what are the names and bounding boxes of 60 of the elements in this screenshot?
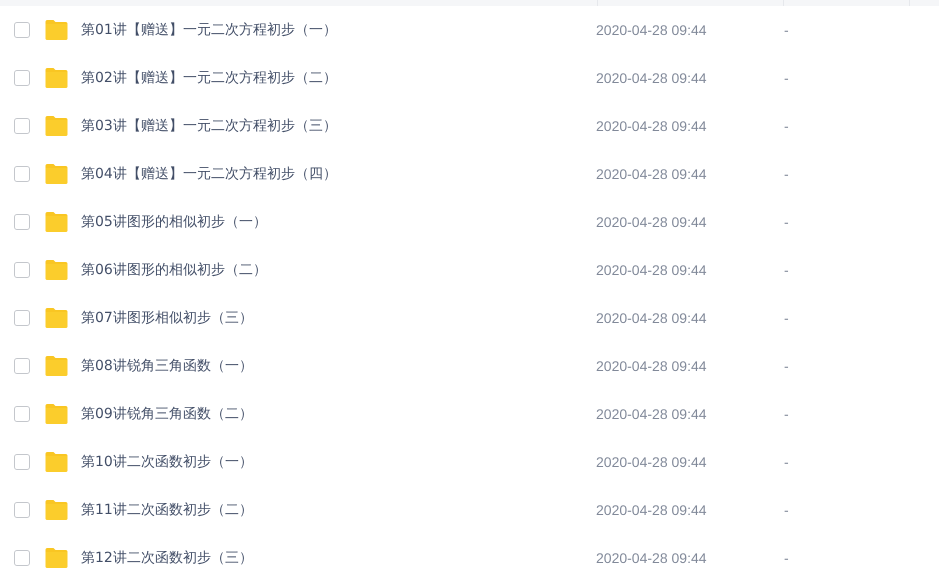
file-name[interactable]: 第11讲二次函数初步（二） bbox=[81, 500, 596, 520]
file-size: - bbox=[784, 404, 789, 424]
checkbox[interactable] bbox=[14, 262, 30, 278]
checkbox[interactable] bbox=[14, 406, 30, 422]
modified-date: 2020-04-28 09:44 bbox=[596, 164, 708, 184]
file-name[interactable]: 第02讲【赠送】一元二次方程初步（二） bbox=[81, 68, 596, 88]
modified-date: 2020-04-28 09:44 bbox=[596, 20, 708, 40]
folder-icon bbox=[44, 500, 69, 520]
checkbox[interactable] bbox=[14, 310, 30, 326]
folder-icon bbox=[44, 260, 69, 280]
checkbox[interactable] bbox=[14, 358, 30, 374]
modified-date: 2020-04-28 09:44 bbox=[596, 452, 708, 472]
checkbox[interactable] bbox=[14, 502, 30, 518]
file-name[interactable]: 第10讲二次函数初步（一） bbox=[81, 452, 596, 472]
folder-icon bbox=[44, 68, 69, 88]
folder-icon bbox=[44, 356, 69, 376]
file-name[interactable]: 第01讲【赠送】一元二次方程初步（一） bbox=[81, 20, 596, 40]
modified-date: 2020-04-28 09:44 bbox=[596, 116, 708, 136]
modified-date: 2020-04-28 09:44 bbox=[596, 548, 708, 568]
modified-date: 2020-04-28 09:44 bbox=[596, 308, 708, 328]
file-name[interactable]: 第07讲图形相似初步（三） bbox=[81, 308, 596, 328]
file-size: - bbox=[784, 452, 789, 472]
file-size: - bbox=[784, 20, 789, 40]
folder-icon bbox=[44, 212, 69, 232]
file-name[interactable]: 第04讲【赠送】一元二次方程初步（四） bbox=[81, 164, 596, 184]
file-name[interactable]: 第05讲图形的相似初步（一） bbox=[81, 212, 596, 232]
file-size: - bbox=[784, 548, 789, 568]
folder-icon bbox=[44, 404, 69, 424]
checkbox[interactable] bbox=[14, 550, 30, 566]
checkbox[interactable] bbox=[14, 166, 30, 182]
folder-icon bbox=[44, 164, 69, 184]
file-name[interactable]: 第03讲【赠送】一元二次方程初步（三） bbox=[81, 116, 596, 136]
file-size: - bbox=[784, 308, 789, 328]
folder-icon bbox=[44, 116, 69, 136]
file-size: - bbox=[784, 116, 789, 136]
folder-icon bbox=[44, 308, 69, 328]
file-size: - bbox=[784, 68, 789, 88]
file-size: - bbox=[784, 164, 789, 184]
checkbox[interactable] bbox=[14, 70, 30, 86]
file-size: - bbox=[784, 500, 789, 520]
modified-date: 2020-04-28 09:44 bbox=[596, 68, 708, 88]
modified-date: 2020-04-28 09:44 bbox=[596, 500, 708, 520]
file-size: - bbox=[784, 356, 789, 376]
folder-icon bbox=[44, 452, 69, 472]
folder-icon bbox=[44, 548, 69, 568]
file-name[interactable]: 第09讲锐角三角函数（二） bbox=[81, 404, 596, 424]
file-name[interactable]: 第06讲图形的相似初步（二） bbox=[81, 260, 596, 280]
folder-icon bbox=[44, 20, 69, 40]
checkbox[interactable] bbox=[14, 118, 30, 134]
modified-date: 2020-04-28 09:44 bbox=[596, 356, 708, 376]
checkbox[interactable] bbox=[14, 214, 30, 230]
modified-date: 2020-04-28 09:44 bbox=[596, 212, 708, 232]
checkbox[interactable] bbox=[14, 22, 30, 38]
file-name[interactable]: 第12讲二次函数初步（三） bbox=[81, 548, 596, 568]
checkbox[interactable] bbox=[14, 454, 30, 470]
file-size: - bbox=[784, 212, 789, 232]
modified-date: 2020-04-28 09:44 bbox=[596, 404, 708, 424]
modified-date: 2020-04-28 09:44 bbox=[596, 260, 708, 280]
file-size: - bbox=[784, 260, 789, 280]
file-name[interactable]: 第08讲锐角三角函数（一） bbox=[81, 356, 596, 376]
